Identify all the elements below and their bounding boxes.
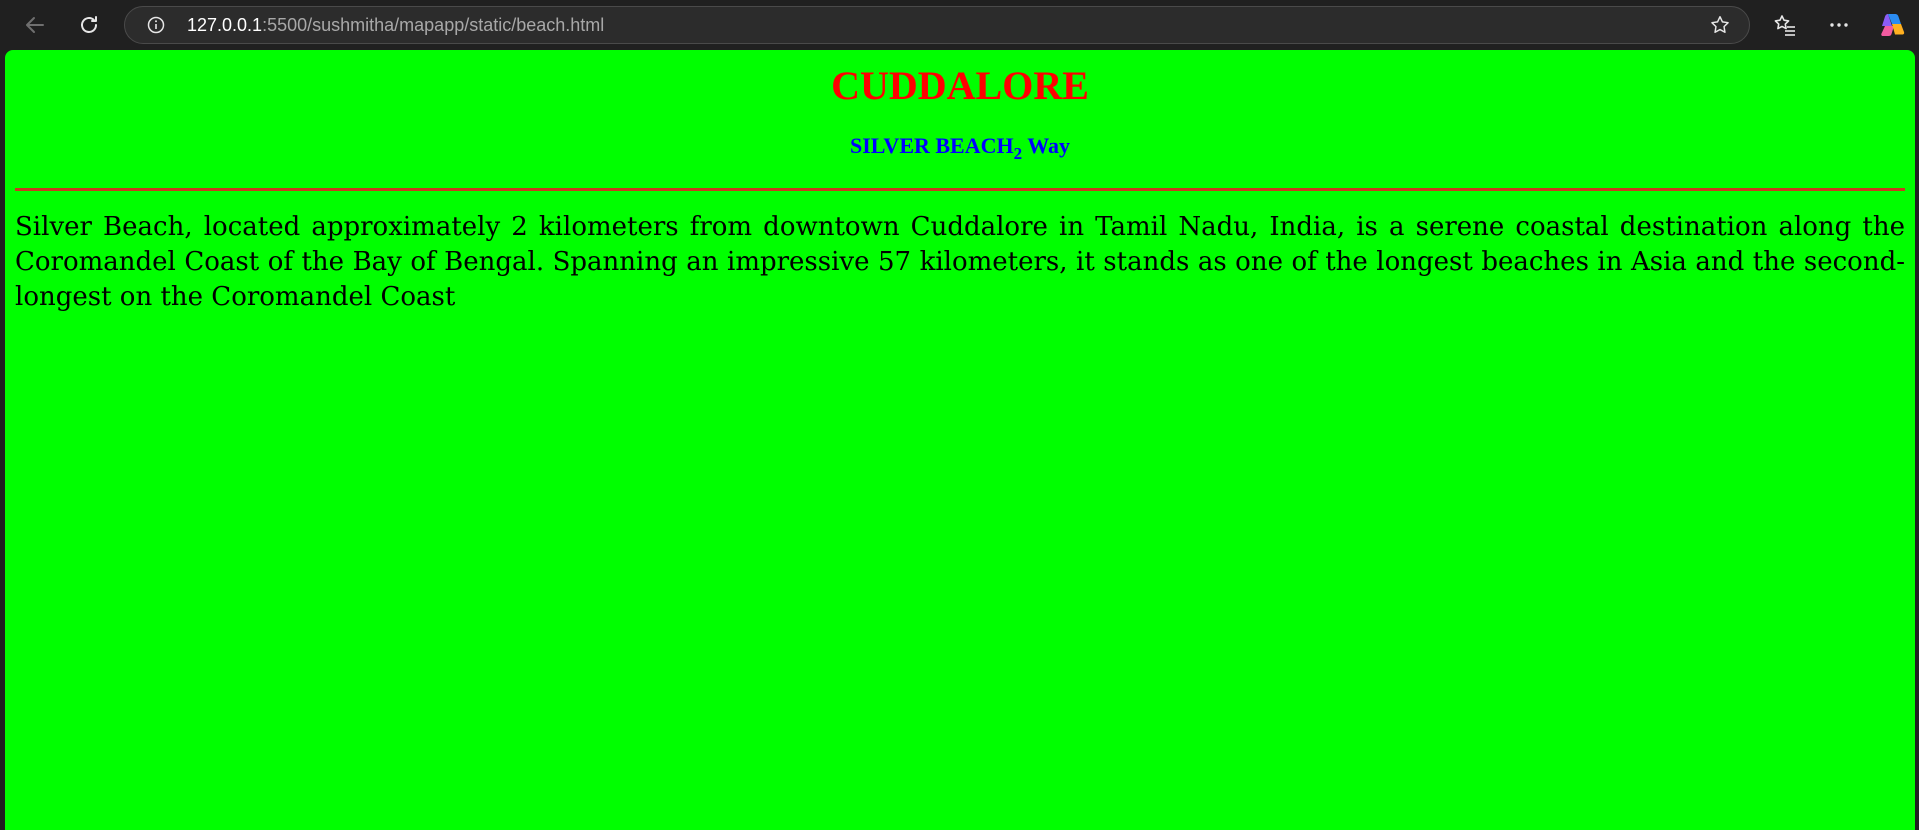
favorites-button[interactable] bbox=[1768, 8, 1802, 42]
more-icon bbox=[1830, 23, 1848, 27]
back-arrow-icon bbox=[26, 17, 44, 33]
star-icon[interactable] bbox=[1709, 14, 1731, 36]
description-paragraph: Silver Beach, located approximately 2 ki… bbox=[15, 212, 1905, 312]
reload-button[interactable] bbox=[72, 8, 106, 42]
back-button[interactable] bbox=[18, 8, 52, 42]
copilot-button[interactable] bbox=[1876, 8, 1910, 42]
subtitle-main: SILVER BEACH bbox=[849, 133, 1014, 158]
url-host: 127.0.0.1 bbox=[187, 15, 263, 35]
subtitle-end: Way bbox=[1022, 133, 1071, 158]
favorites-icon bbox=[1774, 15, 1795, 36]
address-bar[interactable]: 127.0.0.1:5500/sushmitha/mapapp/static/b… bbox=[124, 6, 1750, 44]
url-path: :5500/sushmitha/mapapp/static/beach.html bbox=[262, 15, 605, 35]
more-button[interactable] bbox=[1822, 8, 1856, 42]
browser-toolbar: 127.0.0.1:5500/sushmitha/mapapp/static/b… bbox=[0, 0, 1919, 49]
divider bbox=[15, 188, 1905, 191]
page-viewport: CUDDALORE SILVER BEACH2 Way Silver Beach… bbox=[5, 50, 1915, 830]
page-title: CUDDALORE bbox=[831, 63, 1089, 108]
url-text[interactable]: 127.0.0.1:5500/sushmitha/mapapp/static/b… bbox=[187, 7, 604, 43]
subtitle-subscript: 2 bbox=[1013, 144, 1023, 163]
copilot-icon bbox=[1881, 14, 1905, 36]
info-icon[interactable] bbox=[147, 16, 165, 34]
subtitle: SILVER BEACH2 Way bbox=[5, 130, 1915, 170]
reload-icon bbox=[81, 16, 97, 33]
